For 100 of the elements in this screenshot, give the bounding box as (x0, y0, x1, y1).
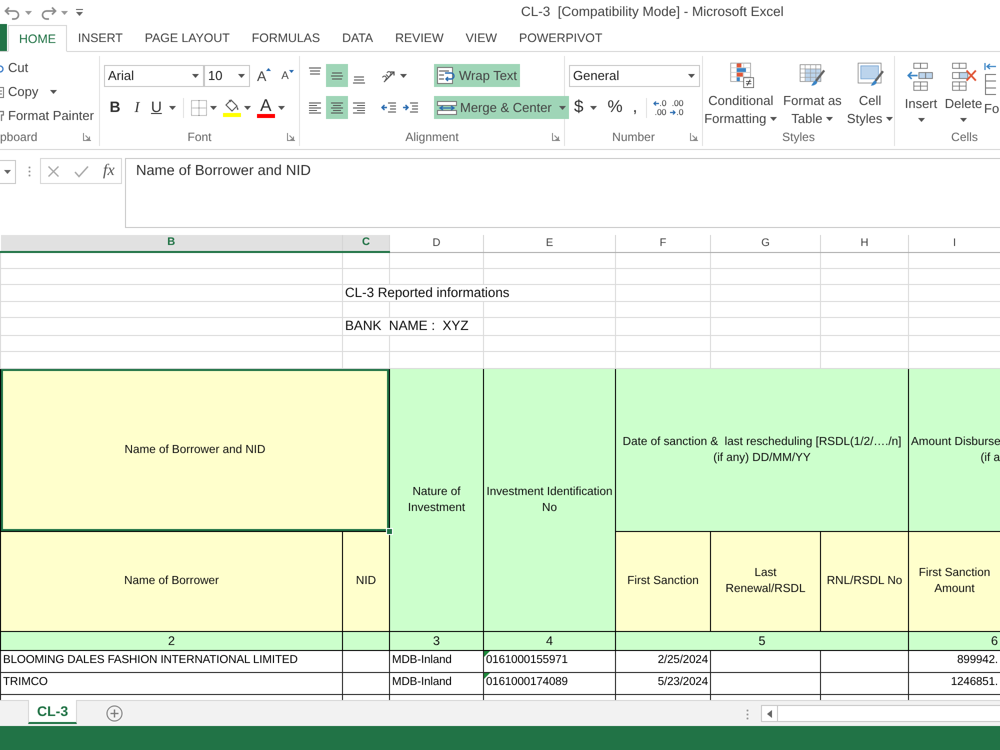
wrap-text-button[interactable]: Wrap Text (434, 64, 520, 87)
header-cell: Amount Disburse (if a (908, 368, 1000, 532)
arrow-left-icon (653, 100, 660, 106)
insert-function-button[interactable]: fx (103, 161, 115, 181)
column-header[interactable]: C (342, 235, 390, 252)
caret-icon (266, 68, 272, 71)
caret-icon (590, 106, 598, 110)
format-painter-button[interactable]: Format Painter (0, 104, 99, 128)
caret-icon (826, 117, 834, 121)
column-header[interactable]: F (616, 235, 710, 252)
font-name-dropdown[interactable]: Arial (104, 64, 204, 86)
align-bottom-icon (352, 76, 366, 84)
fill-handle[interactable] (386, 528, 393, 535)
ribbon-tab[interactable]: VIEW (454, 25, 508, 51)
redo-icon[interactable] (40, 6, 57, 20)
align-top-icon (308, 67, 322, 75)
header-cell: Date of sanction & last rescheduling [RSDL(1/2/…./n] (if any) DD/MM/YY (616, 368, 908, 532)
sheet-tab[interactable]: CL-3 (28, 700, 78, 724)
grip-icon (746, 709, 749, 720)
add-sheet-button[interactable] (106, 705, 124, 722)
font-color-button[interactable]: A (254, 96, 288, 119)
group-label: Styles (782, 130, 815, 144)
ribbon-tab[interactable]: HOME (8, 25, 67, 52)
middle-align-button[interactable] (326, 64, 348, 87)
column-number-cell: 6 (908, 631, 1000, 650)
header-cell: First Sanction Amount (908, 531, 1000, 632)
table-cell: 2/25/2024 (616, 650, 710, 672)
column-header[interactable]: E (484, 235, 616, 252)
outdent-icon (381, 102, 397, 114)
dialog-launcher-icon[interactable] (552, 133, 560, 141)
window-title: CL-3 [Compatibility Mode] - Microsoft Excel (521, 4, 784, 21)
color-swatch-icon (256, 114, 275, 118)
column-header[interactable]: H (820, 235, 908, 252)
grow-font-button[interactable]: A (254, 64, 274, 87)
ribbon-tab[interactable]: POWERPIVOT (508, 25, 614, 51)
bold-button[interactable]: B (104, 96, 126, 119)
format-as-table-button[interactable]: Format as Table (778, 56, 846, 128)
decrease-decimal-button[interactable]: .00 .0 (668, 96, 686, 119)
ribbon-tab[interactable]: PAGE LAYOUT (134, 25, 241, 51)
underline-button[interactable]: U (148, 96, 179, 119)
comma-button[interactable]: , (628, 96, 642, 119)
column-number-cell: 2 (0, 631, 342, 650)
cut-button[interactable]: Cut (0, 56, 99, 80)
scissors-icon (0, 63, 4, 73)
delete-button[interactable]: Delete (943, 56, 984, 128)
dialog-launcher-icon[interactable] (690, 133, 698, 141)
name-box[interactable] (0, 160, 16, 184)
customize-icon[interactable] (76, 9, 83, 16)
horizontal-scrollbar[interactable] (778, 705, 1000, 722)
borders-icon (190, 100, 207, 116)
header-cell: First Sanction (616, 531, 710, 632)
center-button[interactable] (326, 96, 348, 119)
caret-icon (278, 106, 285, 110)
scroll-left-button[interactable] (761, 705, 778, 722)
orientation-icon (381, 68, 397, 82)
caret-icon (244, 106, 251, 110)
column-header[interactable]: B (0, 235, 342, 252)
ribbon-tab[interactable]: INSERT (66, 25, 134, 51)
table-cell: MDB-Inland (390, 650, 484, 672)
check-icon[interactable] (74, 164, 89, 178)
percent-button[interactable]: % (602, 96, 628, 119)
caret-icon (886, 117, 894, 121)
caret-icon (770, 117, 778, 121)
align-middle-icon (330, 72, 344, 80)
cell-text: 0161000174089 (486, 676, 568, 688)
caret-icon (25, 10, 32, 14)
merge-center-button[interactable]: Merge & Center (434, 96, 569, 119)
number-format-dropdown[interactable]: General (569, 64, 700, 86)
group-label: Alignment (405, 130, 459, 144)
column-header[interactable]: G (710, 235, 820, 252)
paintbrush-icon (0, 110, 4, 122)
format-button[interactable]: Fo (984, 56, 1000, 128)
ribbon-tab[interactable]: REVIEW (384, 25, 455, 51)
column-header[interactable]: I (908, 235, 1000, 252)
copy-button[interactable]: Copy (0, 80, 99, 104)
table-cell: TRIMCO (0, 672, 342, 694)
conditional-formatting-button[interactable]: Conditional Formatting (703, 56, 779, 128)
paint-bucket-icon (223, 98, 240, 112)
header-cell: Nature of Investment (390, 368, 484, 632)
header-cell: Name of Borrower (0, 531, 342, 632)
ribbon-tab[interactable]: DATA (331, 25, 384, 51)
dialog-launcher-icon[interactable] (83, 133, 91, 141)
header-cell: RNL/RSDL No (820, 531, 908, 632)
dialog-launcher-icon[interactable] (287, 133, 295, 141)
caret-icon (238, 74, 245, 78)
insert-button[interactable]: Insert (899, 56, 943, 128)
currency-button[interactable]: $ (569, 96, 602, 119)
color-swatch-icon (222, 112, 241, 116)
cell-styles-button[interactable]: Cell Styles (846, 56, 894, 128)
ribbon-tab[interactable]: FORMULAS (240, 25, 332, 51)
formula-input[interactable]: Name of Borrower and NID (125, 158, 1000, 228)
column-number-cell: 5 (616, 631, 908, 650)
shrink-font-button[interactable]: A (278, 64, 297, 87)
font-size-dropdown[interactable]: 10 (204, 64, 250, 86)
undo-icon[interactable] (4, 6, 21, 20)
italic-button[interactable]: I (126, 96, 148, 119)
plus-circle-icon (106, 705, 124, 722)
column-header[interactable]: D (390, 235, 484, 252)
caret-icon (918, 118, 924, 122)
increase-decimal-button[interactable]: .0 .00 (651, 96, 668, 119)
